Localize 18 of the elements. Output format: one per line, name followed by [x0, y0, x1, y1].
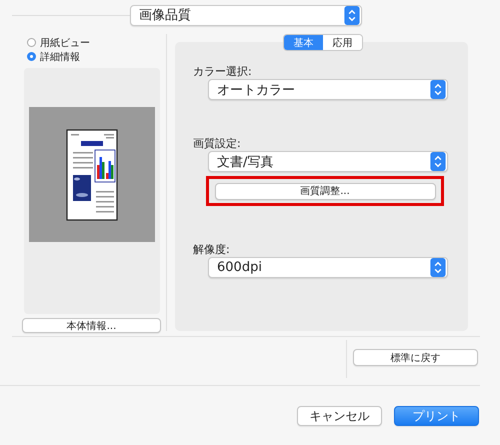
radio-option[interactable]: 詳細情報 — [27, 50, 165, 63]
setting-dropdown[interactable]: 文書/写真 — [208, 151, 448, 172]
setting-label: 解像度: — [193, 242, 231, 257]
device-info-button[interactable]: 本体情報... — [22, 318, 161, 333]
preset-dropdown[interactable]: 画像品質 — [130, 4, 362, 26]
adjust-button[interactable]: 画質調整... — [214, 182, 436, 200]
setting-dropdown[interactable]: 600dpi — [208, 257, 448, 278]
stepper-icon — [430, 80, 446, 99]
setting-dropdown[interactable]: オートカラー — [208, 79, 448, 100]
stepper-icon — [430, 152, 446, 171]
stepper-icon — [430, 258, 446, 277]
reset-button[interactable]: 標準に戻す — [353, 349, 478, 366]
radio-option[interactable]: 用紙ビュー — [27, 36, 165, 49]
setting-label: 画質設定: — [193, 136, 242, 151]
cancel-button[interactable]: キャンセル — [297, 406, 382, 426]
tab[interactable]: 基本 — [284, 35, 323, 50]
setting-label: カラー選択: — [193, 64, 253, 79]
stepper-icon — [344, 6, 360, 24]
